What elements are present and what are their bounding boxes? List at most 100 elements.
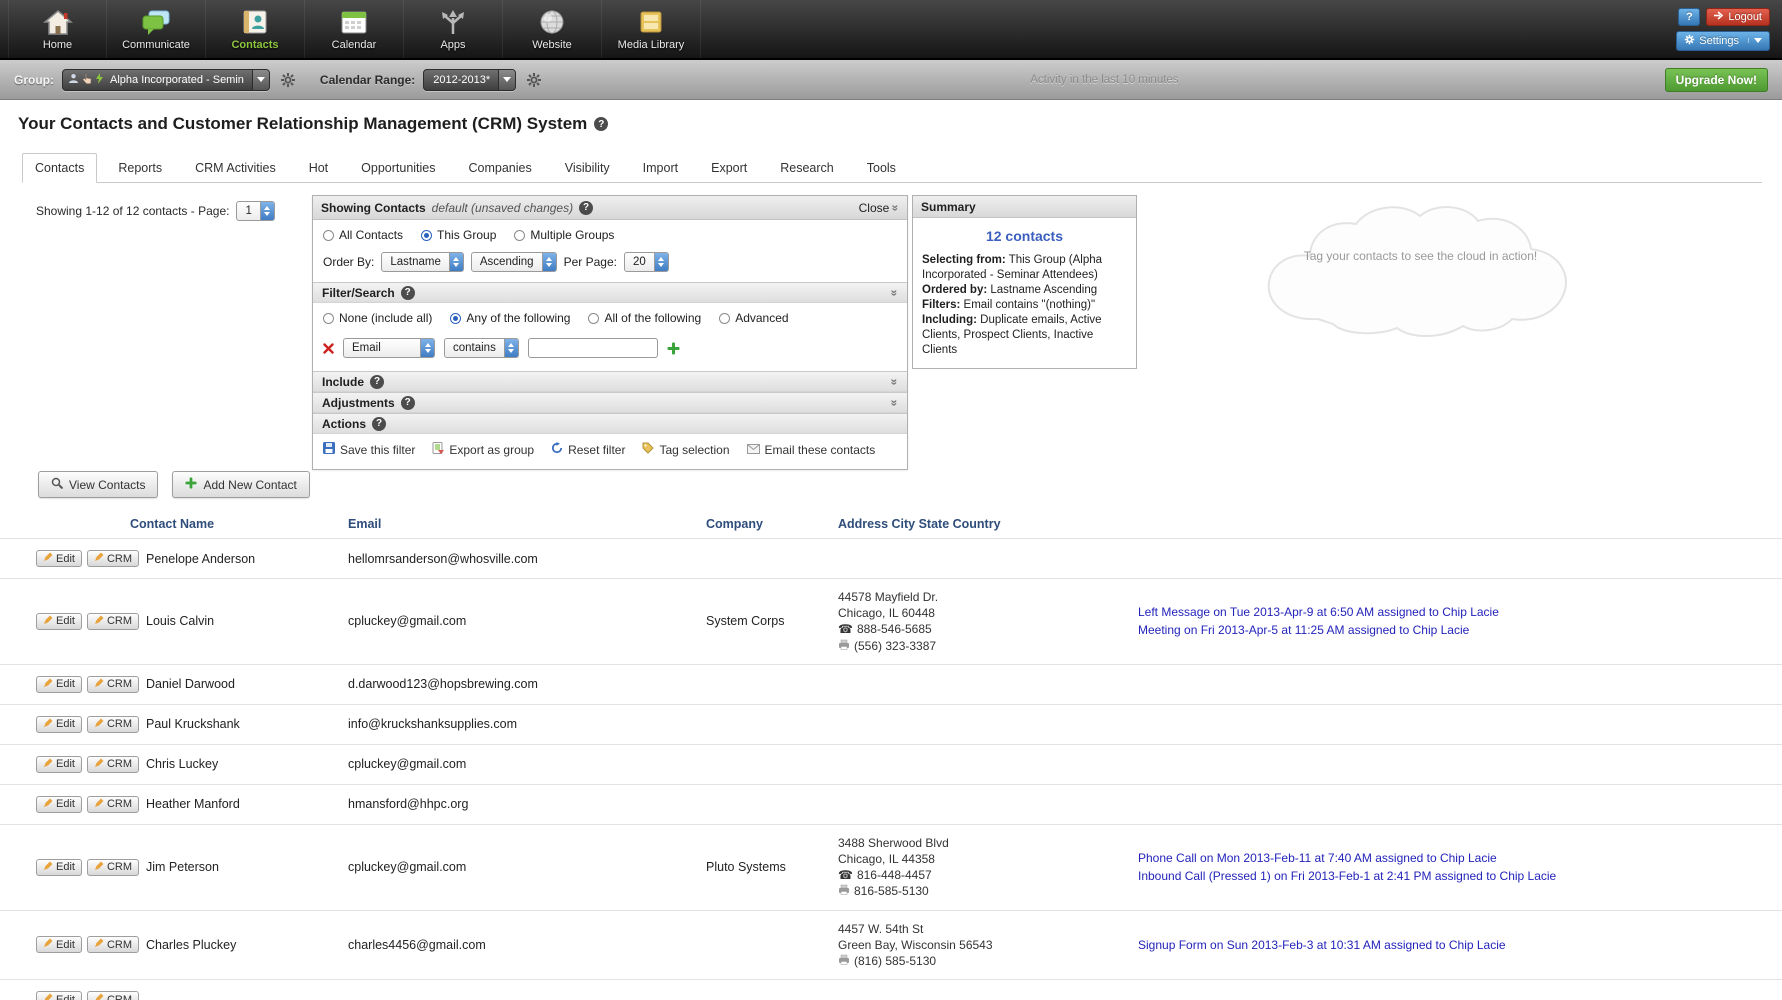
calendar-settings-gear-icon[interactable] xyxy=(524,70,544,90)
crm-button[interactable]: CRM xyxy=(87,613,139,630)
nav-item-home[interactable]: Home xyxy=(8,0,107,58)
criterion-field-select[interactable]: Email xyxy=(343,338,435,358)
group-settings-gear-icon[interactable] xyxy=(278,70,298,90)
tab-research[interactable]: Research xyxy=(768,154,846,182)
per-page-stepper[interactable]: 20 xyxy=(624,252,669,272)
activity-link[interactable]: Phone Call on Mon 2013-Feb-11 at 7:40 AM… xyxy=(1138,849,1742,867)
calendar-range-arrow[interactable] xyxy=(498,70,515,90)
tab-contacts[interactable]: Contacts xyxy=(22,153,97,183)
group-select[interactable]: Alpha Incorporated - Semin xyxy=(62,69,270,91)
nav-item-communicate[interactable]: Communicate xyxy=(107,0,206,58)
order-direction-select[interactable]: Ascending xyxy=(471,252,557,272)
match-radio-any-of-the-following[interactable]: Any of the following xyxy=(450,311,570,325)
crm-button[interactable]: CRM xyxy=(87,716,139,733)
match-radio-none-include-all[interactable]: None (include all) xyxy=(323,311,432,325)
help-button[interactable]: ? xyxy=(1678,8,1700,26)
tag-selection-link[interactable]: Tag selection xyxy=(642,442,729,457)
adjustments-collapse-icon[interactable] xyxy=(889,399,901,406)
reset-icon xyxy=(551,442,563,457)
activity-link[interactable]: Left Message on Tue 2013-Apr-9 at 6:50 A… xyxy=(1138,603,1742,621)
email-these-contacts-link[interactable]: Email these contacts xyxy=(747,443,876,457)
logout-button[interactable]: Logout xyxy=(1706,8,1770,26)
adjustments-help-icon[interactable] xyxy=(401,396,415,410)
nav-item-media-library[interactable]: Media Library xyxy=(602,0,701,58)
tab-visibility[interactable]: Visibility xyxy=(553,154,622,182)
edit-button[interactable]: Edit xyxy=(36,936,82,953)
scope-radio-all-contacts[interactable]: All Contacts xyxy=(323,228,403,242)
order-by-select[interactable]: Lastname xyxy=(381,252,464,272)
edit-button[interactable]: Edit xyxy=(36,613,82,630)
edit-button[interactable]: Edit xyxy=(36,756,82,773)
activity-link[interactable]: Meeting on Fri 2013-Apr-5 at 11:25 AM as… xyxy=(1138,621,1742,639)
criterion-field-stepper[interactable] xyxy=(420,339,434,357)
tab-companies[interactable]: Companies xyxy=(457,154,544,182)
criterion-operator-select[interactable]: contains xyxy=(444,338,519,358)
reset-filter-link[interactable]: Reset filter xyxy=(551,442,625,457)
export-as-group-link[interactable]: Export as group xyxy=(432,442,534,457)
include-help-icon[interactable] xyxy=(370,375,384,389)
include-section-bar[interactable]: Include xyxy=(313,371,907,392)
activity-link[interactable]: Inbound Call (Pressed 1) on Fri 2013-Feb… xyxy=(1138,867,1742,885)
activity-link[interactable]: Signup Form on Sun 2013-Feb-3 at 10:31 A… xyxy=(1138,936,1742,954)
crm-button[interactable]: CRM xyxy=(87,859,139,876)
order-direction-stepper[interactable] xyxy=(542,253,556,271)
add-criterion-icon[interactable] xyxy=(667,342,680,355)
nav-item-calendar[interactable]: Calendar xyxy=(305,0,404,58)
crm-button[interactable]: CRM xyxy=(87,756,139,773)
filter-search-bar[interactable]: Filter/Search xyxy=(313,282,907,303)
tab-crm-activities[interactable]: CRM Activities xyxy=(183,154,288,182)
nav-item-contacts[interactable]: Contacts xyxy=(206,0,305,58)
adjustments-section-bar[interactable]: Adjustments xyxy=(313,392,907,413)
tab-reports[interactable]: Reports xyxy=(106,154,174,182)
per-page-stepper-arrows[interactable] xyxy=(654,253,668,271)
tab-import[interactable]: Import xyxy=(631,154,690,182)
title-help-icon[interactable] xyxy=(594,117,608,131)
tab-opportunities[interactable]: Opportunities xyxy=(349,154,447,182)
edit-button[interactable]: Edit xyxy=(36,676,82,693)
calendar-range-label: Calendar Range: xyxy=(320,73,415,87)
match-radio-advanced[interactable]: Advanced xyxy=(719,311,788,325)
filter-help-icon[interactable] xyxy=(579,201,593,215)
edit-button[interactable]: Edit xyxy=(36,796,82,813)
settings-button[interactable]: Settings xyxy=(1676,31,1770,51)
edit-button[interactable]: Edit xyxy=(36,550,82,567)
order-by-stepper[interactable] xyxy=(449,253,463,271)
crm-button[interactable]: CRM xyxy=(87,550,139,567)
edit-button[interactable]: Edit xyxy=(36,991,82,1000)
match-radio-all-of-the-following[interactable]: All of the following xyxy=(588,311,701,325)
include-collapse-icon[interactable] xyxy=(889,378,901,385)
filter-search-collapse-icon[interactable] xyxy=(889,289,901,296)
tab-hot[interactable]: Hot xyxy=(297,154,340,182)
scope-radio-this-group[interactable]: This Group xyxy=(421,228,496,242)
nav-item-website[interactable]: Website xyxy=(503,0,602,58)
remove-criterion-icon[interactable] xyxy=(323,343,334,354)
tab-export[interactable]: Export xyxy=(699,154,759,182)
crm-button[interactable]: CRM xyxy=(87,936,139,953)
crm-button[interactable]: CRM xyxy=(87,676,139,693)
group-select-arrow[interactable] xyxy=(252,70,269,90)
crm-button[interactable]: CRM xyxy=(87,991,139,1000)
close-filter-panel-button[interactable]: Close xyxy=(859,201,899,215)
add-new-contact-button[interactable]: Add New Contact xyxy=(172,471,309,498)
view-contacts-button[interactable]: View Contacts xyxy=(38,471,158,498)
page-stepper-arrows[interactable] xyxy=(260,202,274,220)
edit-button[interactable]: Edit xyxy=(36,716,82,733)
page-number-stepper[interactable]: 1 xyxy=(236,201,274,221)
crm-button[interactable]: CRM xyxy=(87,796,139,813)
criterion-value-input[interactable] xyxy=(528,338,658,358)
radio-label: None (include all) xyxy=(339,311,432,325)
pencil-icon xyxy=(94,861,104,874)
actions-help-icon[interactable] xyxy=(372,417,386,431)
nav-item-apps[interactable]: Apps xyxy=(404,0,503,58)
filter-search-help-icon[interactable] xyxy=(401,286,415,300)
upgrade-button[interactable]: Upgrade Now! xyxy=(1665,68,1768,92)
criterion-operator-stepper[interactable] xyxy=(504,339,518,357)
filter-criteria-row: Email contains xyxy=(313,329,907,371)
save-this-filter-link[interactable]: Save this filter xyxy=(323,442,415,457)
edit-button[interactable]: Edit xyxy=(36,859,82,876)
calendar-range-select[interactable]: 2012-2013* xyxy=(423,69,516,91)
radio-label: Multiple Groups xyxy=(530,228,614,242)
tab-tools[interactable]: Tools xyxy=(855,154,908,182)
settings-dropdown-arrow[interactable] xyxy=(1748,38,1762,43)
scope-radio-multiple-groups[interactable]: Multiple Groups xyxy=(514,228,614,242)
